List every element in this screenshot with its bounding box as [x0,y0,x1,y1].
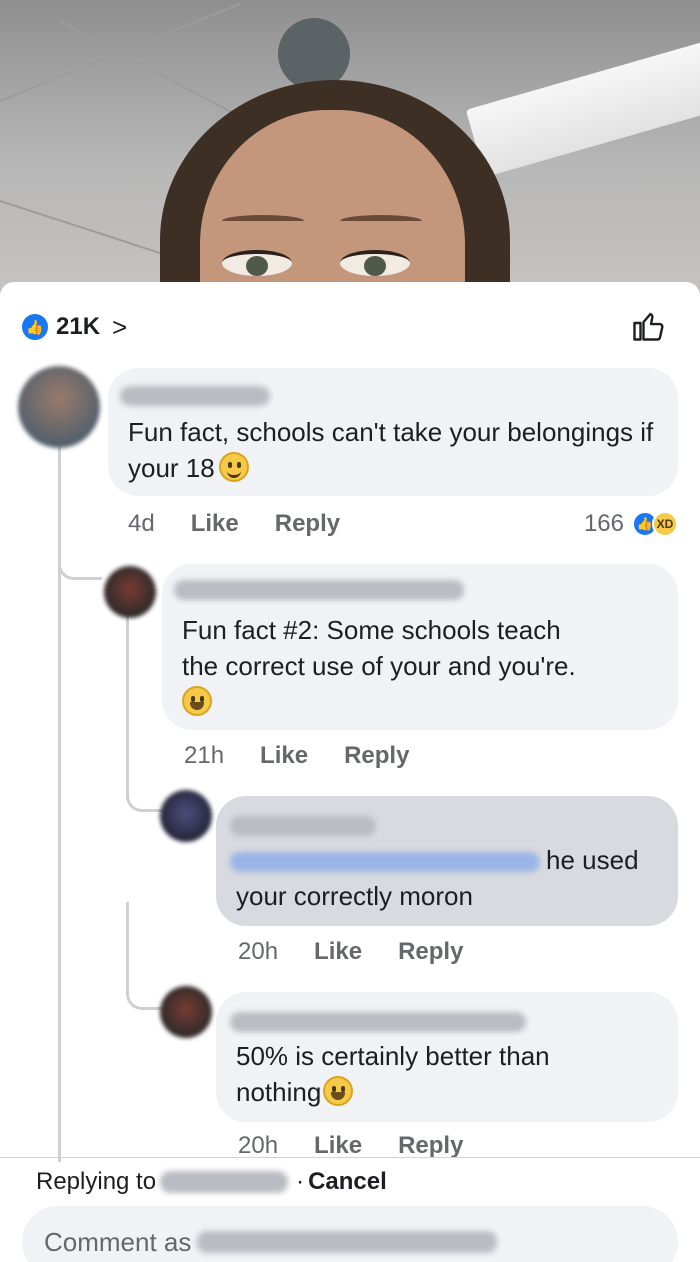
replying-label: Replying to [36,1168,157,1195]
smile-emoji-icon [218,452,249,482]
ceiling-light [465,32,700,178]
grin-emoji-icon [323,1076,354,1106]
reactions-summary[interactable]: 👍 21K > [22,312,127,342]
commenter-name[interactable] [230,816,376,836]
comment-time: 4d [128,510,155,537]
comments-sheet: 👍 21K > Fun fact, schools can't take you… [0,282,700,1262]
current-user-name [197,1231,498,1253]
comment-placeholder: Comment as [44,1226,192,1257]
like-link[interactable]: Like [314,938,362,966]
separator-dot: · [296,1168,305,1195]
comment-actions: 4d Like Reply [128,510,340,538]
comment-bubble: he used your correctly moron [216,796,678,926]
avatar[interactable] [160,986,212,1038]
comment-text: Fun fact, schools can't take your belong… [128,417,654,483]
eyebrow-right [340,215,422,227]
comment-text: he used [546,845,639,875]
reaction-total: 21K [56,313,101,340]
avatar[interactable] [104,566,156,618]
like-button-icon[interactable] [630,308,666,344]
replying-bar: Replying to · Cancel [36,1168,387,1196]
avatar[interactable] [18,366,100,448]
thread-connector [58,550,102,580]
reply-link[interactable]: Reply [398,938,463,966]
commenter-name[interactable] [230,1012,526,1032]
comment-text: your correctly moron [236,881,473,911]
thread-connector [126,782,162,812]
tagged-user[interactable] [230,852,540,872]
cancel-reply-button[interactable]: Cancel [308,1168,387,1196]
comment-reactions[interactable]: 166 👍 XD [584,510,678,538]
thread-line [126,902,129,982]
thread-line [126,600,129,800]
comment-bubble: 50% is certainly better than nothing [216,992,678,1122]
like-link[interactable]: Like [191,510,239,538]
comment-input[interactable]: Comment as [22,1206,678,1262]
grin-emoji-icon [182,686,212,716]
comment-reaction-count: 166 [583,510,624,537]
comment-time: 21h [184,742,225,769]
comment-actions: 21h Like Reply [184,742,409,770]
comment-time: 20h [238,1134,279,1158]
reply-link[interactable]: Reply [344,742,409,770]
comment-text: Fun fact #2: Some schools teach the corr… [182,612,672,720]
thread-connector [126,980,162,1010]
post-photo [0,0,700,300]
eye-right [340,250,410,276]
eye-left [222,250,292,276]
reply-link[interactable]: Reply [398,1134,463,1158]
comment-actions: 20h Like Reply [238,1134,463,1158]
comment-time: 20h [238,938,279,965]
chevron-right-icon: > [112,312,128,342]
like-link[interactable]: Like [314,1134,362,1158]
comment-actions: 20h Like Reply [238,938,463,966]
commenter-name[interactable] [174,580,464,600]
like-reaction-icon: 👍 [22,314,48,340]
like-link[interactable]: Like [260,742,308,770]
comment-text: 50% is certainly better than nothing [236,1041,550,1107]
reply-target-name [160,1171,289,1193]
commenter-name[interactable] [120,386,270,406]
reply-link[interactable]: Reply [275,510,340,538]
eyebrow-left [222,215,304,227]
composer-divider [0,1157,700,1158]
comment-bubble: Fun fact, schools can't take your belong… [108,368,678,496]
avatar[interactable] [160,790,212,842]
haha-reaction-icon: XD [652,511,678,537]
comment-bubble: Fun fact #2: Some schools teach the corr… [162,564,678,730]
